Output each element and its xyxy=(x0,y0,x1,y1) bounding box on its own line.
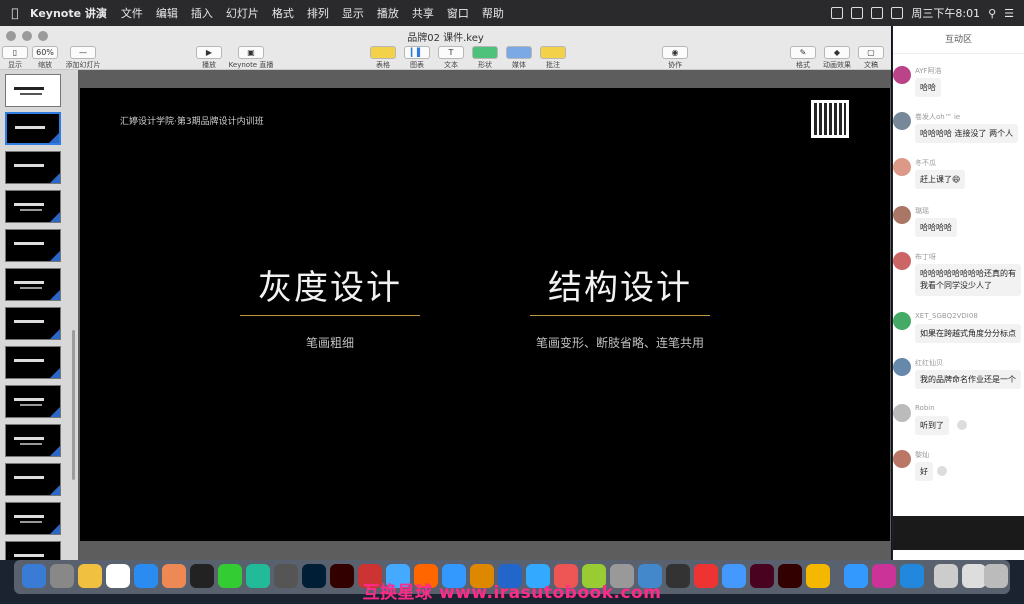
more-icon[interactable] xyxy=(957,420,967,430)
menu-help[interactable]: 帮助 xyxy=(482,5,504,21)
title-bar: 品牌02 课件.key xyxy=(0,26,891,46)
shape-icon xyxy=(472,46,498,59)
slide-thumbnail[interactable] xyxy=(5,112,61,145)
right-title: 结构设计 xyxy=(548,268,692,308)
comment-icon xyxy=(540,46,566,59)
chat-title: 互动区 xyxy=(893,26,1024,54)
menu-arrange[interactable]: 排列 xyxy=(307,5,329,21)
navigator-scrollbar[interactable] xyxy=(72,330,75,480)
status-icon[interactable] xyxy=(871,7,884,19)
play-icon: ▶ xyxy=(196,46,222,59)
slide-thumbnail[interactable] xyxy=(5,307,61,340)
slide-thumbnail[interactable] xyxy=(5,385,61,418)
text-icon: T xyxy=(438,46,464,59)
slide-navigator xyxy=(0,70,78,560)
add-slide-icon: — xyxy=(70,46,96,59)
menu-share[interactable]: 共享 xyxy=(412,5,434,21)
menu-insert[interactable]: 插入 xyxy=(191,5,213,21)
left-subtitle: 笔画粗细 xyxy=(305,336,354,350)
watermark-text: 互换星球 www.irasutobook.com xyxy=(362,583,662,603)
slide-thumbnail[interactable] xyxy=(5,268,61,301)
avatar[interactable] xyxy=(893,358,911,376)
app-menu[interactable]: Keynote 讲演 xyxy=(30,5,107,21)
left-title: 灰度设计 xyxy=(258,268,402,308)
slide-thumbnail[interactable] xyxy=(5,424,61,457)
zoom-value: 60% xyxy=(32,46,58,59)
slide-thumbnail[interactable] xyxy=(5,229,61,262)
wifi-icon[interactable] xyxy=(891,7,904,19)
menu-format[interactable]: 格式 xyxy=(272,5,294,21)
gold-underline xyxy=(240,315,420,316)
slide-thumbnail[interactable] xyxy=(5,541,61,560)
avatar[interactable] xyxy=(893,158,911,176)
play-button[interactable]: ▶ 播放 xyxy=(186,46,232,70)
apple-icon[interactable]:  xyxy=(0,6,30,20)
chat-panel: 互动区 AYF阿浩 哈哈 卷发人oh™ ie 哈哈哈哈 连接没了 两个人 冬不瓜… xyxy=(893,26,1024,560)
slide-thumbnail[interactable] xyxy=(5,151,61,184)
menu-file[interactable]: 文件 xyxy=(121,5,143,21)
status-icon[interactable] xyxy=(851,7,864,19)
status-icon[interactable] xyxy=(831,7,844,19)
more-icon[interactable] xyxy=(937,466,947,476)
avatar[interactable] xyxy=(893,404,911,422)
slide-thumbnail[interactable] xyxy=(5,502,61,535)
structure-design-block: 结构设计 笔画变形、断肢省略、连笔共用 xyxy=(520,260,720,351)
menu-edit[interactable]: 编辑 xyxy=(156,5,178,21)
comment-button[interactable]: 批注 xyxy=(530,46,576,70)
toolbar: ▯ 显示 60% 缩放 — 添加幻灯片 ▶ 播放 ▣ Keynote 直播 表格… xyxy=(0,46,891,70)
document-button[interactable]: ▢ 文稿 xyxy=(848,46,894,70)
table-icon xyxy=(370,46,396,59)
menu-extra-icon[interactable]: ☰ xyxy=(1004,7,1014,20)
keynote-live-button[interactable]: ▣ Keynote 直播 xyxy=(228,46,274,70)
menu-bar:  Keynote 讲演 文件 编辑 插入 幻灯片 格式 排列 显示 播放 共享… xyxy=(0,0,1024,26)
live-icon: ▣ xyxy=(238,46,264,59)
slide-thumbnail[interactable] xyxy=(5,74,61,107)
slide-thumbnail[interactable] xyxy=(5,346,61,379)
qr-code xyxy=(811,100,849,138)
search-icon[interactable]: ⚲ xyxy=(988,7,996,20)
clock[interactable]: 周三下午8:01 xyxy=(911,5,980,21)
menu-slide[interactable]: 幻灯片 xyxy=(226,5,259,21)
menu-view[interactable]: 显示 xyxy=(342,5,364,21)
avatar[interactable] xyxy=(893,206,911,224)
avatar[interactable] xyxy=(893,252,911,270)
current-slide[interactable]: 汇婷设计学院·第3期品牌设计内训班 灰度设计 笔画粗细 结构设计 笔画变形、断肢… xyxy=(80,88,890,541)
collab-icon: ◉ xyxy=(662,46,688,59)
format-icon: ✎ xyxy=(790,46,816,59)
slide-thumbnail[interactable] xyxy=(5,190,61,223)
animate-icon: ◆ xyxy=(824,46,850,59)
slide-thumbnail[interactable] xyxy=(5,463,61,496)
right-subtitle: 笔画变形、断肢省略、连笔共用 xyxy=(535,336,704,350)
add-slide-button[interactable]: — 添加幻灯片 xyxy=(60,46,106,70)
avatar[interactable] xyxy=(893,66,911,84)
chat-input-area[interactable] xyxy=(893,516,1024,550)
chart-icon: ▎▌ xyxy=(404,46,430,59)
avatar[interactable] xyxy=(893,112,911,130)
menu-play[interactable]: 播放 xyxy=(377,5,399,21)
avatar[interactable] xyxy=(893,450,911,468)
gray-design-block: 灰度设计 笔画粗细 xyxy=(240,260,420,351)
avatar[interactable] xyxy=(893,312,911,330)
gold-underline xyxy=(530,315,710,316)
document-icon: ▢ xyxy=(858,46,884,59)
collaborate-button[interactable]: ◉ 协作 xyxy=(652,46,698,70)
document-title: 品牌02 课件.key xyxy=(407,32,484,44)
status-area: 周三下午8:01 ⚲ ☰ xyxy=(831,5,1024,21)
menu-window[interactable]: 窗口 xyxy=(447,5,469,21)
slide-header: 汇婷设计学院·第3期品牌设计内训班 xyxy=(120,117,264,127)
media-icon xyxy=(506,46,532,59)
